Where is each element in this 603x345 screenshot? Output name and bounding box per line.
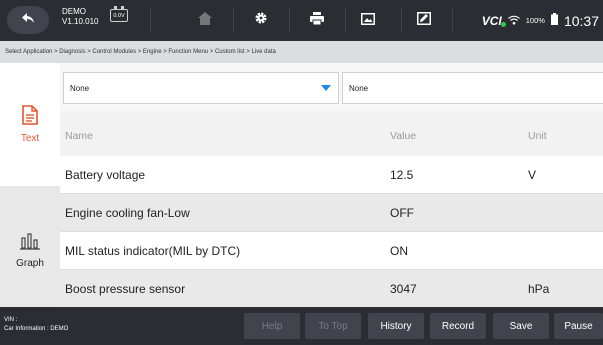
to-top-button[interactable]: To Top	[305, 313, 361, 339]
wifi-icon	[507, 12, 520, 30]
gear-icon	[254, 11, 268, 30]
row-unit: hPa	[528, 282, 550, 296]
vehicle-info: VIN : Car Information : DEMO	[4, 316, 68, 334]
filter-select-1-value: None	[70, 83, 90, 93]
screenshot-button[interactable]	[340, 0, 396, 41]
battery-icon	[550, 12, 558, 30]
table-row[interactable]: MIL status indicator(MIL by DTC) ON	[60, 232, 603, 270]
save-button[interactable]: Save	[493, 313, 549, 339]
help-button[interactable]: Help	[244, 313, 300, 339]
vehicle-battery-voltage: 0.0V	[113, 12, 125, 19]
battery-percent: 100%	[525, 16, 545, 25]
vehicle-battery-indicator: 0.0V	[110, 6, 128, 22]
car-information: Car Information : DEMO	[4, 326, 69, 332]
pause-button[interactable]: Pause	[554, 313, 603, 339]
vci-status: VCI	[481, 13, 506, 28]
column-header-name: Name	[65, 130, 94, 142]
live-data-screen: DEMO V1.10.010 0.0V VCI 100% 10:37 Selec…	[0, 0, 603, 345]
bar-chart-icon	[20, 232, 40, 255]
row-name: MIL status indicator(MIL by DTC)	[65, 244, 241, 258]
row-value: 3047	[390, 282, 417, 296]
tab-graph-label: Graph	[16, 258, 44, 269]
edit-icon	[417, 11, 431, 30]
app-version: V1.10.010	[62, 17, 99, 26]
home-button[interactable]	[177, 0, 233, 41]
row-value: ON	[390, 244, 408, 258]
back-arrow-icon	[21, 11, 35, 29]
app-name: DEMO	[62, 7, 86, 16]
filter-select-2-value: None	[349, 83, 369, 93]
column-header-unit: Unit	[528, 130, 547, 142]
table-row[interactable]: Engine cooling fan-Low OFF	[60, 194, 603, 232]
print-button[interactable]	[289, 0, 345, 41]
clock: 10:37	[563, 12, 599, 29]
row-name: Battery voltage	[65, 168, 146, 182]
document-icon	[22, 105, 38, 130]
table-row[interactable]: Boost pressure sensor 3047 hPa	[60, 270, 603, 308]
printer-icon	[310, 11, 324, 30]
tab-graph[interactable]: Graph	[0, 186, 60, 307]
image-icon	[361, 12, 375, 30]
history-button[interactable]: History	[368, 313, 424, 339]
app-info: DEMO V1.10.010	[62, 7, 98, 27]
view-mode-sidebar: Text Graph	[0, 63, 60, 307]
vin-label: VIN :	[4, 317, 18, 323]
settings-button[interactable]	[233, 0, 289, 41]
tab-text-label: Text	[20, 133, 40, 144]
row-value: 12.5	[390, 168, 414, 182]
table-header: Name Value Unit	[60, 116, 603, 156]
bottom-toolbar: VIN : Car Information : DEMO Help To Top…	[0, 307, 603, 345]
table-row[interactable]: Battery voltage 12.5 V	[60, 156, 603, 194]
vci-label: VCI	[481, 13, 502, 28]
filter-select-2[interactable]: None	[342, 72, 603, 104]
row-name: Boost pressure sensor	[65, 282, 186, 296]
vci-connected-icon	[500, 21, 506, 27]
row-value: OFF	[390, 206, 414, 220]
filter-bar: None None	[60, 63, 603, 111]
live-data-panel: None None Name Value Unit Battery voltag…	[60, 63, 603, 308]
back-button[interactable]	[7, 6, 49, 34]
edit-button[interactable]	[396, 0, 452, 41]
breadcrumb: Select Application > Diagnosis > Control…	[0, 41, 603, 63]
top-toolbar: DEMO V1.10.010 0.0V VCI 100% 10:37	[0, 0, 603, 41]
column-header-value: Value	[390, 130, 417, 142]
chevron-down-icon	[321, 85, 331, 91]
status-area: VCI 100% 10:37	[482, 0, 603, 41]
tab-text[interactable]: Text	[0, 63, 60, 186]
filter-select-1[interactable]: None	[63, 72, 339, 104]
record-button[interactable]: Record	[430, 313, 486, 339]
row-name: Engine cooling fan-Low	[65, 206, 190, 220]
home-icon	[198, 11, 212, 30]
row-unit: V	[528, 168, 537, 182]
